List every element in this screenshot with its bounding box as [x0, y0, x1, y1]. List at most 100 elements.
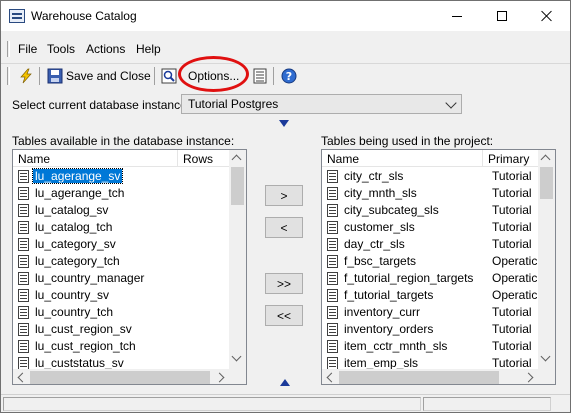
table-row[interactable]: item_cctr_mnth_sls Tutorial	[322, 338, 538, 355]
move-up-arrow-icon[interactable]	[280, 379, 290, 386]
table-name: f_bsc_targets	[344, 254, 417, 268]
remove-table-button[interactable]: <	[265, 217, 303, 238]
vertical-scrollbar[interactable]	[538, 150, 555, 369]
toolbar-grip[interactable]	[7, 67, 10, 85]
list-header: Name Rows	[13, 150, 230, 167]
vertical-scrollbar[interactable]	[229, 150, 246, 369]
help-icon[interactable]: ?	[281, 68, 297, 84]
available-tables-list[interactable]: Name Rows lu_agerange_sv lu_agerange_tchl…	[12, 149, 247, 385]
table-row[interactable]: city_ctr_sls Tutorial	[322, 168, 538, 185]
scroll-down-arrow[interactable]	[540, 351, 551, 362]
table-primary-source: Tutorial	[492, 305, 532, 319]
table-row[interactable]: lu_cust_region_sv	[13, 321, 229, 338]
table-icon	[18, 187, 29, 200]
table-name: item_cctr_mnth_sls	[344, 339, 448, 353]
save-disk-icon[interactable]	[47, 68, 63, 84]
remove-all-tables-button[interactable]: <<	[265, 305, 303, 326]
scrollbar-corner	[229, 369, 246, 384]
table-row[interactable]: lu_category_sv	[13, 236, 229, 253]
status-pane-main	[3, 397, 421, 411]
scroll-right-arrow[interactable]	[214, 372, 225, 383]
table-primary-source: Tutorial	[492, 339, 532, 353]
column-header-rows[interactable]: Rows	[178, 150, 230, 167]
table-primary-source: Tutorial	[492, 356, 532, 370]
table-name: lu_catalog_tch	[35, 220, 113, 234]
table-name: lu_agerange_tch	[35, 186, 125, 200]
table-name: inventory_orders	[344, 322, 434, 336]
save-and-close-button[interactable]: Save and Close	[66, 69, 151, 83]
table-icon	[18, 255, 29, 268]
table-row[interactable]: lu_agerange_sv	[13, 168, 229, 185]
add-all-tables-button[interactable]: >>	[265, 273, 303, 294]
table-view-icon[interactable]	[252, 68, 268, 84]
menu-actions[interactable]: Actions	[86, 42, 125, 56]
table-row[interactable]: f_tutorial_targets Operatic	[322, 287, 538, 304]
find-table-icon[interactable]	[161, 68, 177, 84]
table-primary-source: Tutorial	[492, 169, 532, 183]
db-instance-select[interactable]: Tutorial Postgres	[181, 94, 462, 114]
table-row[interactable]: customer_sls Tutorial	[322, 219, 538, 236]
table-name: city_ctr_sls	[344, 169, 404, 183]
close-button[interactable]	[524, 1, 569, 31]
scroll-thumb[interactable]	[540, 167, 553, 199]
menu-help[interactable]: Help	[136, 42, 161, 56]
horizontal-scrollbar[interactable]	[322, 369, 538, 384]
add-table-button[interactable]: >	[265, 185, 303, 206]
table-name: lu_category_tch	[35, 254, 120, 268]
scroll-up-arrow[interactable]	[231, 154, 242, 165]
toolbar-separator	[39, 67, 40, 85]
table-row[interactable]: inventory_orders Tutorial	[322, 321, 538, 338]
project-tables-label: Tables being used in the project:	[321, 134, 494, 148]
table-name: lu_country_sv	[35, 288, 110, 302]
table-icon	[18, 323, 29, 336]
scroll-up-arrow[interactable]	[540, 154, 551, 165]
table-name: lu_cust_region_sv	[35, 322, 132, 336]
table-row[interactable]: lu_catalog_sv	[13, 202, 229, 219]
table-name: customer_sls	[344, 220, 415, 234]
table-row[interactable]: f_bsc_targets Operatic	[322, 253, 538, 270]
table-name: f_tutorial_region_targets	[344, 271, 474, 285]
table-row[interactable]: lu_catalog_tch	[13, 219, 229, 236]
scroll-thumb[interactable]	[30, 371, 210, 384]
table-row[interactable]: lu_category_tch	[13, 253, 229, 270]
table-row[interactable]: f_tutorial_region_targets Operatic	[322, 270, 538, 287]
db-instance-value: Tutorial Postgres	[188, 97, 279, 111]
table-icon	[327, 221, 338, 234]
scroll-thumb[interactable]	[339, 371, 499, 384]
table-name: lu_cust_region_tch	[35, 339, 136, 353]
menu-tools[interactable]: Tools	[47, 42, 75, 56]
table-row[interactable]: inventory_curr Tutorial	[322, 304, 538, 321]
table-row[interactable]: lu_cust_region_tch	[13, 338, 229, 355]
column-header-name[interactable]: Name	[322, 150, 483, 167]
maximize-button[interactable]	[479, 1, 524, 31]
scroll-thumb[interactable]	[231, 167, 244, 205]
menubar-grip[interactable]	[7, 41, 10, 57]
scroll-left-arrow[interactable]	[326, 372, 337, 383]
lightning-icon[interactable]	[18, 68, 34, 84]
table-row[interactable]: city_subcateg_sls Tutorial	[322, 202, 538, 219]
column-header-name[interactable]: Name	[13, 150, 178, 167]
menu-file[interactable]: File	[18, 42, 37, 56]
column-header-primary[interactable]: Primary	[483, 150, 539, 167]
table-name: lu_agerange_sv	[31, 168, 124, 184]
table-row[interactable]: city_mnth_sls Tutorial	[322, 185, 538, 202]
table-icon	[327, 238, 338, 251]
scroll-down-arrow[interactable]	[231, 351, 242, 362]
scroll-left-arrow[interactable]	[17, 372, 28, 383]
table-row[interactable]: lu_country_manager	[13, 270, 229, 287]
table-primary-source: Operatic	[492, 271, 538, 285]
minimize-button[interactable]	[434, 1, 479, 31]
minimize-icon	[451, 15, 462, 17]
table-name: inventory_curr	[344, 305, 421, 319]
table-primary-source: Tutorial	[492, 203, 532, 217]
svg-text:?: ?	[286, 70, 292, 83]
table-row[interactable]: lu_country_tch	[13, 304, 229, 321]
table-row[interactable]: day_ctr_sls Tutorial	[322, 236, 538, 253]
table-row[interactable]: lu_country_sv	[13, 287, 229, 304]
scroll-right-arrow[interactable]	[523, 372, 534, 383]
horizontal-scrollbar[interactable]	[13, 369, 229, 384]
table-row[interactable]: lu_agerange_tch	[13, 185, 229, 202]
table-icon	[18, 306, 29, 319]
project-tables-list[interactable]: Name Primary city_ctr_sls Tutorial city_mn…	[321, 149, 556, 385]
move-down-arrow-icon[interactable]	[279, 120, 289, 127]
